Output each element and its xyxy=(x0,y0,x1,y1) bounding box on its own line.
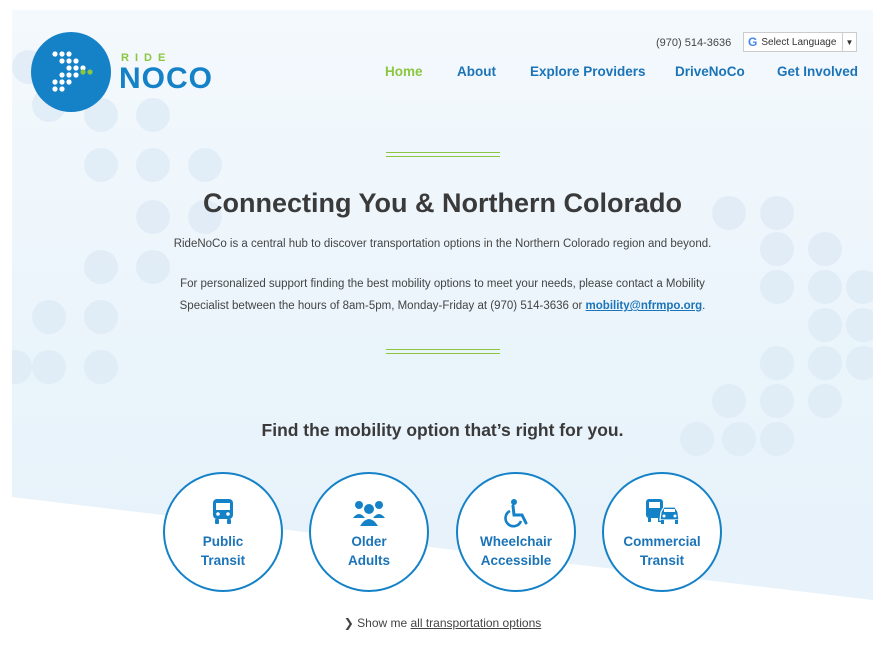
hero-contact-text: Specialist between the hours of 8am-5pm,… xyxy=(179,300,586,312)
divider-bottom xyxy=(386,349,500,354)
hero-contact-line1: For personalized support finding the bes… xyxy=(180,278,705,290)
hero-title: Connecting You & Northern Colorado xyxy=(203,188,682,218)
hero-intro: RideNoCo is a central hub to discover tr… xyxy=(173,238,712,250)
hero-contact-line2: Specialist between the hours of 8am-5pm,… xyxy=(12,300,873,312)
chevron-right-icon: ❯ xyxy=(343,616,358,630)
google-icon: G xyxy=(748,35,758,49)
option-label-line1: Older xyxy=(351,534,387,549)
option-label-line2: Adults xyxy=(348,553,390,568)
option-public-transit[interactable]: Public Transit xyxy=(163,472,283,592)
logo-mark xyxy=(31,32,111,112)
option-label: Older Adults xyxy=(311,532,427,570)
option-wheelchair-accessible[interactable]: Wheelchair Accessible xyxy=(456,472,576,592)
people-icon xyxy=(353,501,385,526)
all-transportation-options-link[interactable]: all transportation options xyxy=(411,616,542,630)
option-label: Commercial Transit xyxy=(604,532,720,570)
logo-arrow-icon xyxy=(52,51,93,92)
option-label-line2: Accessible xyxy=(480,553,552,568)
option-label-line1: Wheelchair xyxy=(479,534,553,549)
page: RIDE NOCO (970) 514-3636 G Select Langua… xyxy=(12,10,873,647)
language-select-label: Select Language xyxy=(761,36,837,48)
nav-get-involved[interactable]: Get Involved xyxy=(777,64,858,79)
option-label: Public Transit xyxy=(165,532,281,570)
dropdown-arrow-icon: ▼ xyxy=(842,33,856,51)
bus-car-icon xyxy=(646,499,680,524)
divider-top xyxy=(386,152,500,157)
show-all-options: ❯ Show me all transportation options xyxy=(12,616,873,630)
nav-home[interactable]: Home xyxy=(385,64,423,79)
language-select[interactable]: G Select Language ▼ xyxy=(743,32,857,52)
nav-explore-providers[interactable]: Explore Providers xyxy=(530,64,646,79)
hero-contact-period: . xyxy=(702,300,706,312)
option-label-line1: Public xyxy=(202,534,244,549)
option-commercial-transit[interactable]: Commercial Transit xyxy=(602,472,722,592)
bus-icon xyxy=(213,499,233,524)
option-label-line2: Transit xyxy=(639,553,685,568)
nav-about[interactable]: About xyxy=(457,64,496,79)
option-label-line2: Transit xyxy=(200,553,246,568)
nav-drivenoco[interactable]: DriveNoCo xyxy=(675,64,745,79)
mobility-email-link[interactable]: mobility@nfrmpo.org xyxy=(586,300,703,312)
wheelchair-icon xyxy=(504,499,528,528)
mobility-options-title: Find the mobility option that’s right fo… xyxy=(261,420,624,440)
header-phone[interactable]: (970) 514-3636 xyxy=(656,37,731,49)
option-label: Wheelchair Accessible xyxy=(458,532,574,570)
option-older-adults[interactable]: Older Adults xyxy=(309,472,429,592)
logo-noco-text: NOCO xyxy=(119,62,213,95)
option-label-line1: Commercial xyxy=(623,534,701,549)
show-me-prefix: Show me xyxy=(357,616,411,630)
ridenoco-logo[interactable]: RIDE NOCO xyxy=(31,32,213,112)
